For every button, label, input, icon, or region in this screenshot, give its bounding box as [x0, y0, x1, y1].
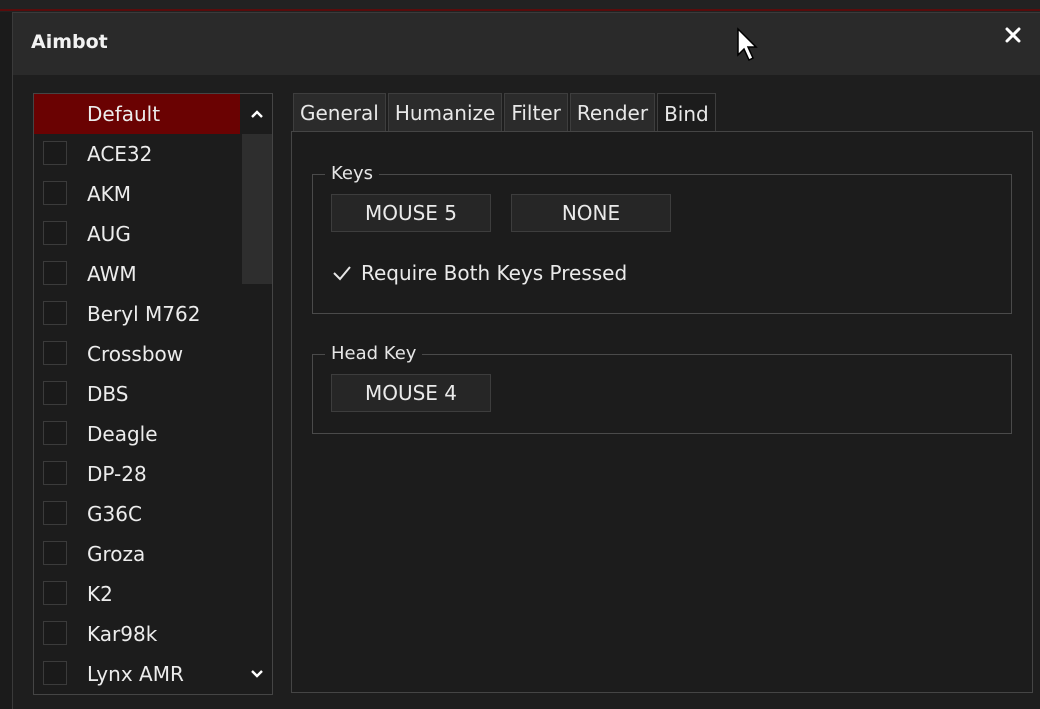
tab-bind[interactable]: Bind [657, 93, 716, 135]
weapon-checkbox[interactable] [43, 141, 67, 165]
checkmark-icon [331, 262, 353, 284]
weapon-checkbox[interactable] [43, 461, 67, 485]
list-item[interactable]: DBS [34, 374, 240, 414]
scroll-down-button[interactable] [242, 654, 272, 694]
weapon-checkbox[interactable] [43, 261, 67, 285]
close-button[interactable] [999, 21, 1027, 49]
tab-humanize[interactable]: Humanize [387, 93, 503, 133]
scrollbar-thumb[interactable] [242, 134, 272, 284]
list-item[interactable]: Crossbow [34, 334, 240, 374]
require-both-keys-label: Require Both Keys Pressed [361, 261, 628, 285]
list-item[interactable]: Lynx AMR [34, 654, 240, 694]
weapon-list-items: Default ACE32 AKM AUG AWM Beryl M762 Crossbow D… [34, 94, 240, 694]
key1-button[interactable]: MOUSE 5 [331, 194, 491, 232]
weapon-checkbox[interactable] [43, 301, 67, 325]
list-item[interactable]: Kar98k [34, 614, 240, 654]
weapon-checkbox[interactable] [43, 341, 67, 365]
keys-group-title: Keys [325, 163, 380, 184]
weapon-label: K2 [87, 582, 113, 606]
head-key-group-title: Head Key [325, 343, 423, 364]
weapon-checkbox[interactable] [43, 501, 67, 525]
scroll-up-button[interactable] [242, 94, 272, 134]
weapon-label: Beryl M762 [87, 302, 201, 326]
weapon-checkbox[interactable] [43, 541, 67, 565]
weapon-label: G36C [87, 502, 142, 526]
background-accent-line [0, 9, 1040, 11]
list-item[interactable]: AUG [34, 214, 240, 254]
list-item[interactable]: K2 [34, 574, 240, 614]
chevron-down-icon [251, 670, 263, 678]
weapon-checkbox[interactable] [43, 421, 67, 445]
weapon-label: Kar98k [87, 622, 158, 646]
tab-general[interactable]: General [293, 93, 386, 133]
weapon-list[interactable]: Default ACE32 AKM AUG AWM Beryl M762 Crossbow D… [33, 93, 273, 695]
list-item[interactable]: Deagle [34, 414, 240, 454]
weapon-label: AUG [87, 222, 131, 246]
background-strip [0, 0, 1040, 12]
weapon-label: AKM [87, 182, 132, 206]
key2-button[interactable]: NONE [511, 194, 671, 232]
weapon-checkbox[interactable] [43, 621, 67, 645]
weapon-label: Groza [87, 542, 146, 566]
tab-filter[interactable]: Filter [504, 93, 568, 133]
weapon-label: DBS [87, 382, 129, 406]
head-key-button[interactable]: MOUSE 4 [331, 374, 491, 412]
require-both-keys-checkbox[interactable]: Require Both Keys Pressed [331, 261, 627, 285]
mouse-cursor-icon [737, 27, 758, 62]
chevron-up-icon [251, 110, 263, 118]
weapon-checkbox[interactable] [43, 181, 67, 205]
weapon-label: Deagle [87, 422, 158, 446]
weapon-label: AWM [87, 262, 137, 286]
head-key-group: Head Key MOUSE 4 [312, 343, 1012, 434]
window-title: Aimbot [31, 31, 108, 53]
list-item[interactable]: Groza [34, 534, 240, 574]
weapon-checkbox[interactable] [43, 661, 67, 685]
weapon-label: ACE32 [87, 142, 153, 166]
titlebar[interactable]: Aimbot [13, 13, 1040, 75]
close-icon [1005, 27, 1021, 43]
list-item[interactable]: ACE32 [34, 134, 240, 174]
weapon-label: DP-28 [87, 462, 147, 486]
keys-group: Keys MOUSE 5 NONE Require Both Keys Pres… [312, 163, 1012, 314]
weapon-label: Lynx AMR [87, 662, 184, 686]
list-item[interactable]: Default [34, 94, 240, 134]
weapon-checkbox[interactable] [43, 221, 67, 245]
tab-render[interactable]: Render [569, 93, 656, 133]
weapon-checkbox[interactable] [43, 381, 67, 405]
list-item[interactable]: DP-28 [34, 454, 240, 494]
list-item[interactable]: AWM [34, 254, 240, 294]
list-item[interactable]: AKM [34, 174, 240, 214]
list-item[interactable]: G36C [34, 494, 240, 534]
weapon-label: Crossbow [87, 342, 184, 366]
bind-panel: Keys MOUSE 5 NONE Require Both Keys Pres… [291, 131, 1033, 693]
weapon-checkbox[interactable] [43, 581, 67, 605]
list-item[interactable]: Beryl M762 [34, 294, 240, 334]
weapon-label: Default [87, 102, 161, 126]
tab-bar: General Humanize Filter Render Bind [293, 93, 718, 135]
aimbot-window: Aimbot Default ACE32 AKM AUG AWM Beryl M762 Cr… [12, 12, 1040, 709]
